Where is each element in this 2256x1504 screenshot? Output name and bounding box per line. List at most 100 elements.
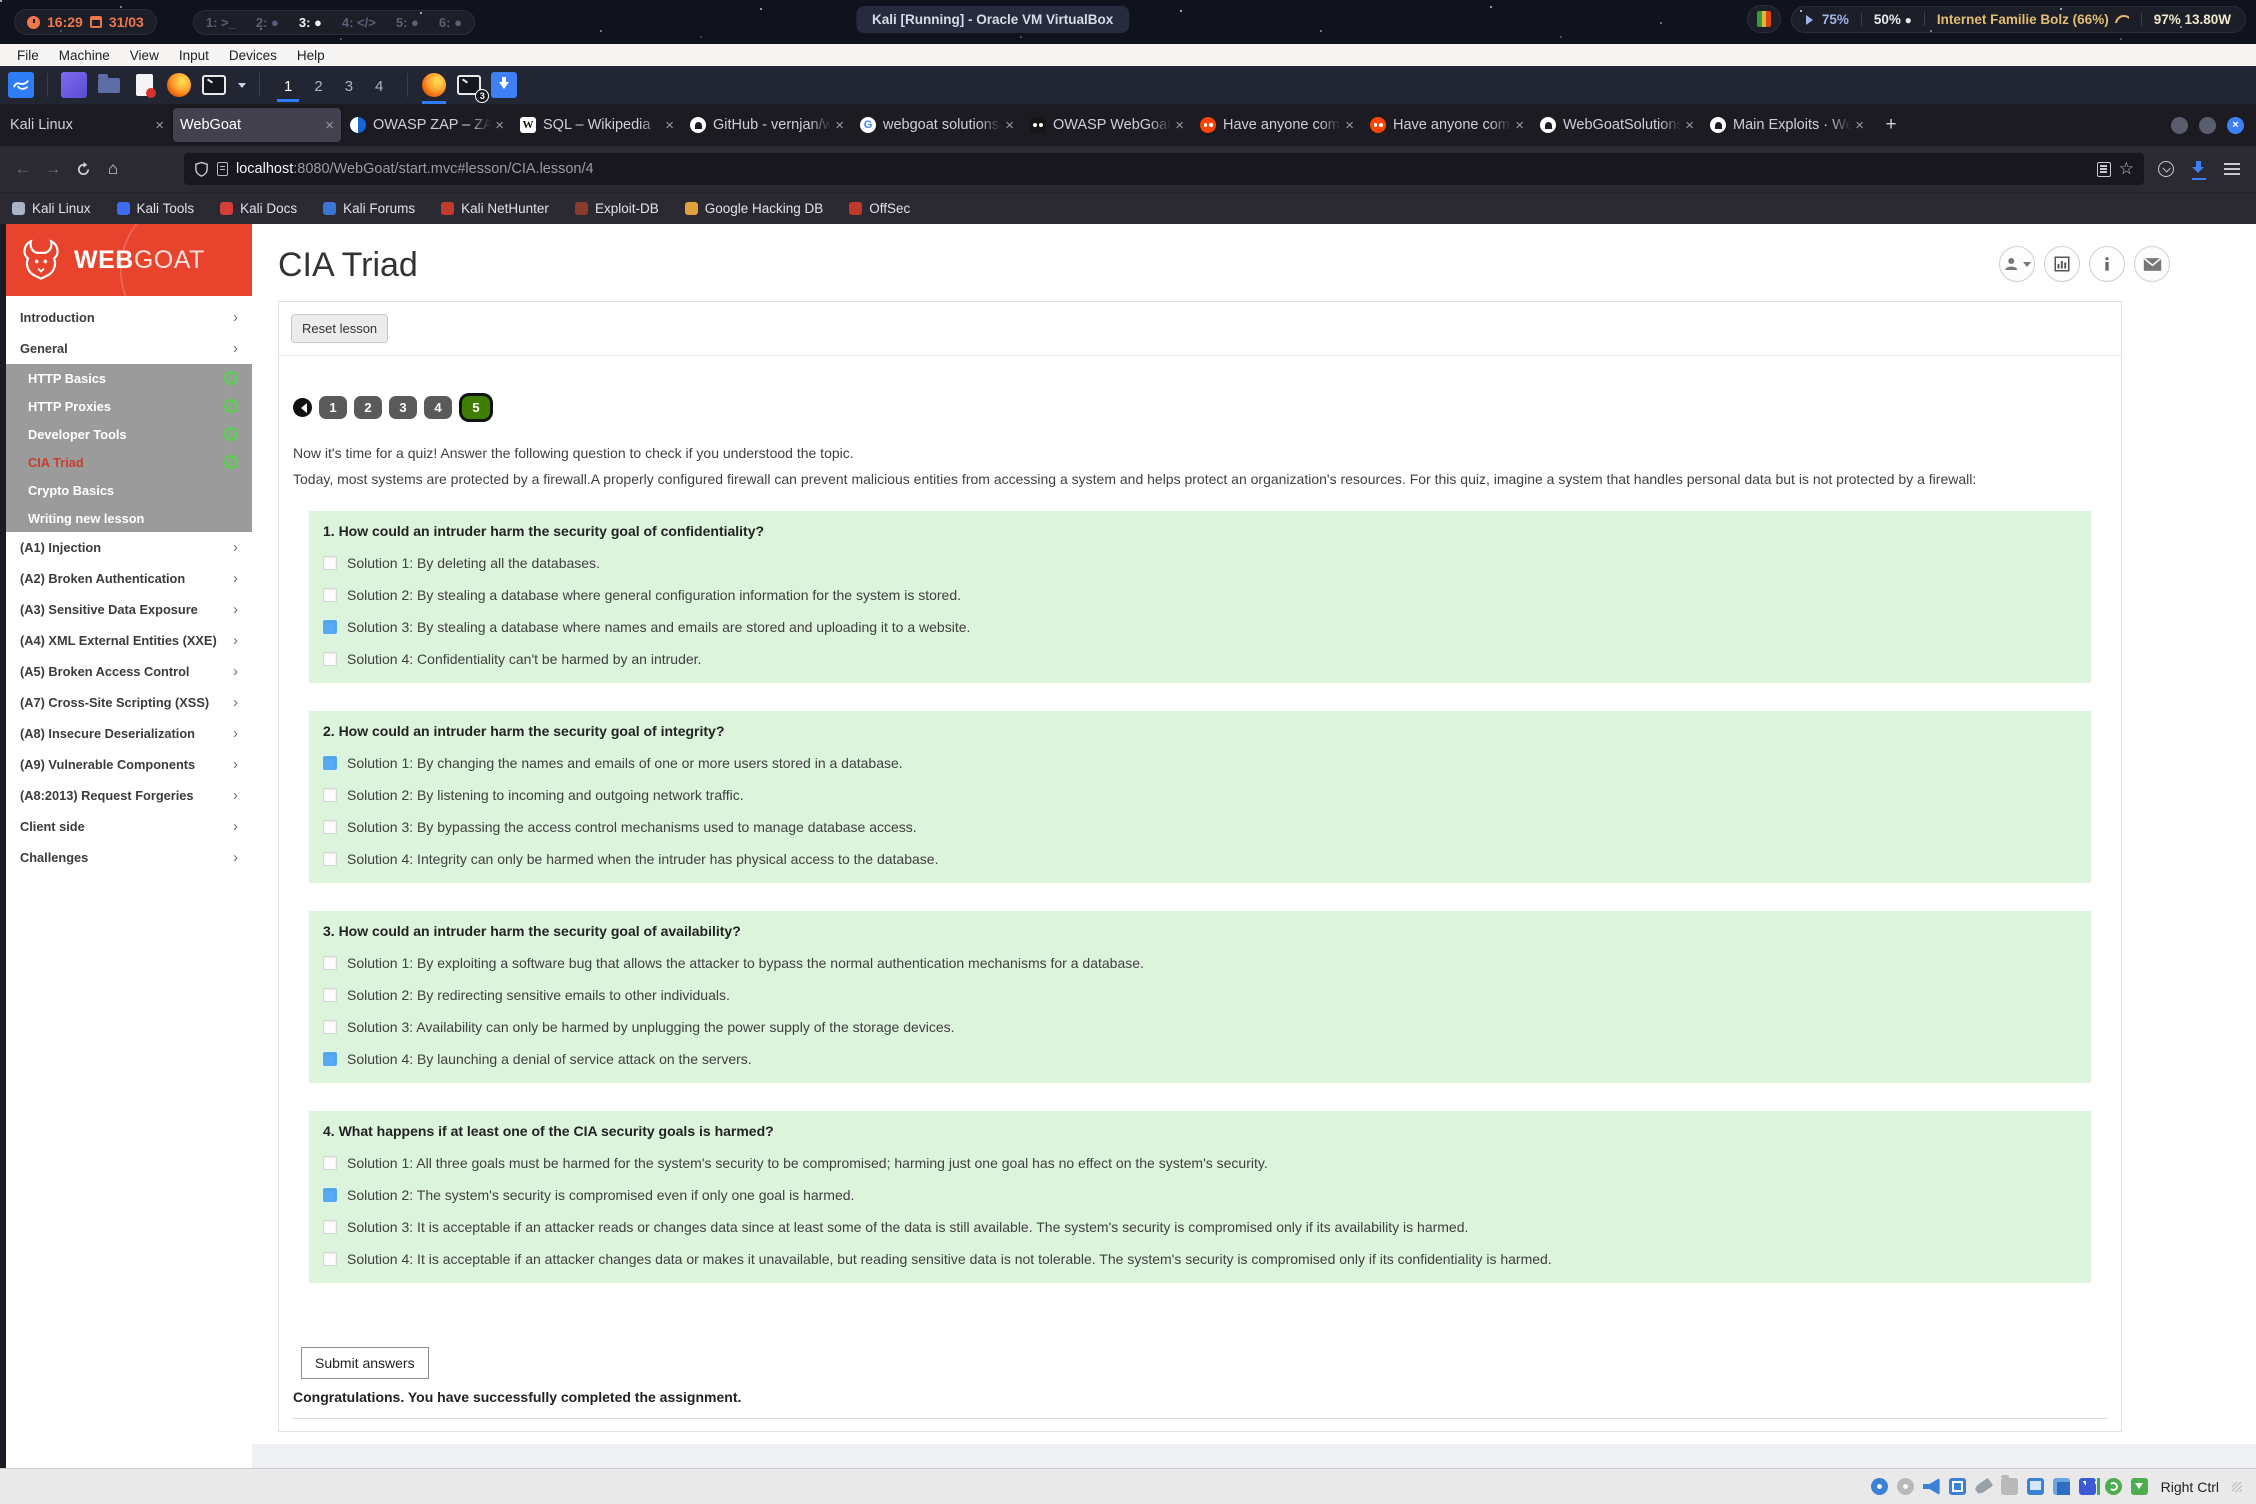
sidebar-item[interactable]: Writing new lesson <box>6 504 252 532</box>
quiz-option[interactable]: Solution 1: All three goals must be harm… <box>323 1155 2077 1171</box>
sidebar-item[interactable]: (A2) Broken Authentication› <box>6 563 252 594</box>
previous-page-button[interactable] <box>293 398 312 417</box>
sidebar-item[interactable]: (A3) Sensitive Data Exposure› <box>6 594 252 625</box>
recording-status-icon[interactable] <box>2131 1478 2148 1495</box>
url-text[interactable]: localhost:8080/WebGoat/start.mvc#lesson/… <box>236 161 2089 177</box>
display-status-icon[interactable] <box>2027 1478 2044 1495</box>
clock-widget[interactable]: 16:29 31/03 <box>14 9 157 35</box>
browser-tab[interactable]: Have anyone comple× <box>1363 108 1531 142</box>
submit-answers-button[interactable]: Submit answers <box>301 1347 429 1379</box>
bookmark-item[interactable]: Kali Forums <box>323 201 415 216</box>
page-info-icon[interactable] <box>217 162 228 176</box>
taskbar-workspace-3[interactable]: 3 <box>334 74 364 97</box>
minimize-button[interactable] <box>2171 117 2188 134</box>
quiz-option[interactable]: Solution 2: The system's security is com… <box>323 1187 2077 1203</box>
option-checkbox[interactable] <box>323 652 337 666</box>
menu-hamburger-icon[interactable] <box>2224 163 2240 175</box>
sidebar-item[interactable]: (A1) Injection› <box>6 532 252 563</box>
keyboard-layout-indicator[interactable] <box>1747 5 1781 33</box>
option-checkbox[interactable] <box>323 1052 337 1066</box>
sidebar-item[interactable]: Crypto Basics <box>6 476 252 504</box>
scoreboard-button[interactable] <box>2044 246 2080 282</box>
sidebar-item[interactable]: HTTP Basics✓ <box>6 364 252 392</box>
sidebar-item[interactable]: Introduction› <box>6 302 252 333</box>
browser-tab[interactable]: WSQL – Wikipedia× <box>513 108 681 142</box>
pocket-icon[interactable] <box>2158 161 2174 177</box>
sidebar-item[interactable]: Developer Tools✓ <box>6 420 252 448</box>
bookmark-item[interactable]: Kali Linux <box>12 201 91 216</box>
quiz-option[interactable]: Solution 1: By deleting all the database… <box>323 555 2077 571</box>
menu-item-file[interactable]: File <box>8 46 48 65</box>
taskbar-workspace-1[interactable]: 1 <box>273 74 303 97</box>
sidebar-item[interactable]: HTTP Proxies✓ <box>6 392 252 420</box>
taskbar-workspace-4[interactable]: 4 <box>364 74 394 97</box>
browser-tab[interactable]: OWASP ZAP – ZAP i× <box>343 108 511 142</box>
sidebar-item[interactable]: (A8) Insecure Deserialization› <box>6 718 252 749</box>
sidebar-item[interactable]: (A8:2013) Request Forgeries› <box>6 780 252 811</box>
tab-close-icon[interactable]: × <box>665 117 674 134</box>
option-checkbox[interactable] <box>323 1252 337 1266</box>
back-button[interactable]: ← <box>8 154 38 184</box>
file-manager-launcher[interactable] <box>96 72 122 98</box>
lesson-page-button-4[interactable]: 4 <box>424 396 452 419</box>
lesson-page-button-1[interactable]: 1 <box>319 396 347 419</box>
tab-close-icon[interactable]: × <box>1345 117 1354 134</box>
menu-item-view[interactable]: View <box>121 46 168 65</box>
show-desktop-button[interactable] <box>61 72 87 98</box>
sidebar-item[interactable]: (A4) XML External Entities (XXE)› <box>6 625 252 656</box>
downloads-applet[interactable] <box>491 72 517 98</box>
quiz-option[interactable]: Solution 4: It is acceptable if an attac… <box>323 1251 2077 1267</box>
bookmark-star-icon[interactable]: ☆ <box>2119 159 2134 179</box>
firefox-launcher[interactable] <box>166 72 192 98</box>
downloads-button[interactable] <box>2192 161 2206 177</box>
about-button[interactable] <box>2089 246 2125 282</box>
option-checkbox[interactable] <box>323 820 337 834</box>
quiz-option[interactable]: Solution 1: By exploiting a software bug… <box>323 955 2077 971</box>
network-status-icon[interactable] <box>1949 1478 1966 1495</box>
tab-close-icon[interactable]: × <box>1685 117 1694 134</box>
lesson-page-button-5[interactable]: 5 <box>462 396 490 419</box>
sidebar-item[interactable]: (A9) Vulnerable Components› <box>6 749 252 780</box>
menu-item-devices[interactable]: Devices <box>220 46 286 65</box>
taskbar-workspace-2[interactable]: 2 <box>303 74 333 97</box>
system-indicators[interactable]: 75% 50% ● Internet Familie Bolz (66%) 97… <box>1791 6 2246 33</box>
quiz-option[interactable]: Solution 1: By changing the names and em… <box>323 755 2077 771</box>
tracking-shield-icon[interactable] <box>194 161 209 177</box>
firefox-window-button[interactable] <box>421 72 447 98</box>
sidebar-item[interactable]: (A7) Cross-Site Scripting (XSS)› <box>6 687 252 718</box>
contact-button[interactable] <box>2134 246 2170 282</box>
text-editor-launcher[interactable] <box>131 72 157 98</box>
bookmark-item[interactable]: Kali Docs <box>220 201 297 216</box>
option-checkbox[interactable] <box>323 788 337 802</box>
shared-folders-status-icon[interactable] <box>2001 1478 2018 1495</box>
terminal-launcher[interactable] <box>201 72 227 98</box>
browser-tab[interactable]: Gwebgoat solutions -× <box>853 108 1021 142</box>
option-checkbox[interactable] <box>323 588 337 602</box>
terminal-window-button[interactable]: 3 <box>456 72 482 98</box>
webgoat-logo[interactable]: WEBGOAT <box>6 224 252 296</box>
quiz-option[interactable]: Solution 3: Availability can only be har… <box>323 1019 2077 1035</box>
tab-close-icon[interactable]: × <box>1515 117 1524 134</box>
forward-button[interactable]: → <box>38 154 68 184</box>
browser-tab[interactable]: WebGoat× <box>173 108 341 142</box>
optical-drive-status-icon[interactable] <box>1897 1478 1914 1495</box>
tab-close-icon[interactable]: × <box>835 117 844 134</box>
workspace-indicator[interactable]: 3: ● <box>299 15 322 30</box>
home-button[interactable]: ⌂ <box>98 154 128 184</box>
browser-tab[interactable]: Main Exploits · Web× <box>1703 108 1871 142</box>
mouse-integration-status-icon[interactable] <box>2105 1478 2122 1495</box>
quiz-option[interactable]: Solution 3: By stealing a database where… <box>323 619 2077 635</box>
bookmark-item[interactable]: Exploit-DB <box>575 201 659 216</box>
lesson-page-button-3[interactable]: 3 <box>389 396 417 419</box>
audio-status-icon[interactable] <box>1923 1478 1940 1495</box>
quiz-option[interactable]: Solution 4: Confidentiality can't be har… <box>323 651 2077 667</box>
quiz-option[interactable]: Solution 3: It is acceptable if an attac… <box>323 1219 2077 1235</box>
sidebar-item[interactable]: General› <box>6 333 252 364</box>
menu-item-help[interactable]: Help <box>288 46 334 65</box>
kali-menu-button[interactable] <box>8 72 34 98</box>
bookmark-item[interactable]: Kali Tools <box>117 201 195 216</box>
workspace-indicator[interactable]: 4: </> <box>342 15 376 30</box>
reload-button[interactable] <box>68 154 98 184</box>
option-checkbox[interactable] <box>323 1156 337 1170</box>
browser-tab[interactable]: WebGoatSolutions/S× <box>1533 108 1701 142</box>
